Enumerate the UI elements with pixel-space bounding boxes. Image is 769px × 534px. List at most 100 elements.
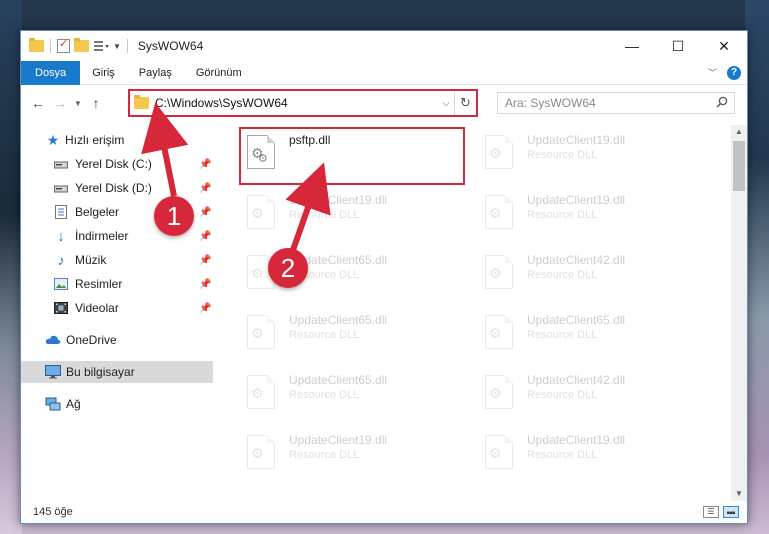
file-type: Resource DLL xyxy=(289,449,360,461)
desktop-background-right xyxy=(745,0,769,534)
file-type: Resource DLL xyxy=(527,149,598,161)
computer-icon xyxy=(45,364,61,380)
chevron-down-icon[interactable]: ⌵ xyxy=(438,98,454,109)
new-folder-icon[interactable] xyxy=(74,38,89,52)
cloud-icon xyxy=(45,332,61,348)
pin-icon[interactable]: 📌 xyxy=(199,255,211,266)
file-item[interactable]: ⚙ UpdateClient19.dll Resource DLL xyxy=(241,189,465,245)
properties-icon[interactable] xyxy=(57,37,70,53)
item-count: 145 öğe xyxy=(33,506,73,518)
close-button[interactable]: ✕ xyxy=(701,31,747,61)
file-item[interactable]: ⚙ UpdateClient19.dll Resource DLL xyxy=(241,429,465,485)
pin-icon[interactable]: 📌 xyxy=(199,207,211,218)
file-type: Resource DLL xyxy=(527,389,598,401)
sidebar-item-videos[interactable]: Videolar 📌 xyxy=(21,297,213,319)
sidebar-item-label: Yerel Disk (C:) xyxy=(75,157,152,171)
up-arrow-icon[interactable]: ↑ xyxy=(85,95,107,111)
pin-icon[interactable]: 📌 xyxy=(199,231,211,242)
maximize-button[interactable]: ☐ xyxy=(655,31,701,61)
view-switcher: ☰ ▬ xyxy=(703,506,739,518)
address-path[interactable]: C:\Windows\SysWOW64 xyxy=(155,96,288,110)
pin-icon[interactable]: 📌 xyxy=(199,279,211,290)
refresh-icon[interactable]: ↻ xyxy=(454,91,476,115)
customize-toolbar-icon[interactable] xyxy=(93,39,109,53)
file-item[interactable]: ⚙ UpdateClient42.dll Resource DLL xyxy=(479,249,703,305)
sidebar-item-onedrive[interactable]: OneDrive xyxy=(21,329,213,351)
sidebar-item-label: Hızlı erişim xyxy=(65,133,125,147)
dll-file-icon: ⚙ xyxy=(485,195,519,235)
tab-file[interactable]: Dosya xyxy=(21,60,81,85)
scroll-up-icon[interactable]: ▲ xyxy=(731,125,747,139)
pictures-icon xyxy=(53,276,69,292)
sidebar-item-label: Resimler xyxy=(75,277,123,291)
ribbon-right: ﹀ ? xyxy=(708,65,741,80)
tab-view[interactable]: Görünüm xyxy=(184,61,254,85)
pin-icon[interactable]: 📌 xyxy=(199,183,211,194)
scroll-down-icon[interactable]: ▼ xyxy=(731,487,747,501)
dll-file-icon: ⚙ xyxy=(247,195,281,235)
quick-access-toolbar: ▼ xyxy=(29,37,121,53)
file-item[interactable]: ⚙ UpdateClient19.dll Resource DLL xyxy=(479,189,703,245)
pin-icon[interactable]: 📌 xyxy=(199,303,211,314)
documents-icon xyxy=(53,204,69,220)
sidebar-item-label: Ağ xyxy=(66,397,81,411)
tab-share[interactable]: Paylaş xyxy=(127,61,184,85)
file-item[interactable]: ⚙ UpdateClient19.dll Resource DLL xyxy=(479,129,703,185)
help-icon[interactable]: ? xyxy=(727,65,741,80)
file-item[interactable]: ⚙ UpdateClient65.dll Resource DLL xyxy=(241,309,465,365)
tab-home[interactable]: Giriş xyxy=(80,61,127,85)
recent-locations-icon[interactable]: ▼ xyxy=(71,99,85,108)
network-icon xyxy=(45,396,61,412)
dll-file-icon: ⚙ xyxy=(247,435,281,475)
pin-icon[interactable]: 📌 xyxy=(199,159,211,170)
back-arrow-icon[interactable]: ← xyxy=(27,95,49,111)
chevron-down-icon[interactable]: ▼ xyxy=(113,42,121,51)
ribbon-tabs: Dosya Giriş Paylaş Görünüm ﹀ ? xyxy=(21,60,747,85)
file-item[interactable]: ⚙ UpdateClient19.dll Resource DLL xyxy=(479,429,703,485)
dll-file-icon: ⚙ xyxy=(247,315,281,355)
navigation-pane: ★ Hızlı erişim Yerel Disk (C:) 📌 Yerel D… xyxy=(21,125,213,501)
sidebar-item-network[interactable]: Ağ xyxy=(21,393,213,415)
sidebar-item-label: Bu bilgisayar xyxy=(66,365,135,379)
scroll-thumb[interactable] xyxy=(733,141,745,191)
dll-file-icon: ⚙ xyxy=(485,315,519,355)
file-name: UpdateClient19.dll xyxy=(527,133,626,147)
search-placeholder: Ara: SysWOW64 xyxy=(505,96,596,110)
expand-ribbon-icon[interactable]: ﹀ xyxy=(708,66,717,79)
file-name: UpdateClient19.dll xyxy=(527,193,626,207)
file-type: Resource DLL xyxy=(289,329,360,341)
step-1-badge: 1 xyxy=(154,196,194,236)
file-name: UpdateClient65.dll xyxy=(527,313,626,327)
file-explorer-window: ▼ SysWOW64 — ☐ ✕ Dosya Giriş Paylaş Görü… xyxy=(20,30,748,524)
search-input[interactable]: Ara: SysWOW64 xyxy=(497,92,735,114)
file-type: Resource DLL xyxy=(527,209,598,221)
address-bar[interactable]: C:\Windows\SysWOW64 ⌵ ↻ xyxy=(128,89,478,117)
file-item[interactable]: ⚙ UpdateClient65.dll Resource DLL xyxy=(241,369,465,425)
minimize-button[interactable]: — xyxy=(609,31,655,61)
file-item[interactable]: ⚙ UpdateClient65.dll Resource DLL xyxy=(479,309,703,365)
file-type: Resource DLL xyxy=(527,329,598,341)
vertical-scrollbar[interactable]: ▲ ▼ xyxy=(731,125,747,501)
star-icon: ★ xyxy=(46,131,60,148)
forward-arrow-icon[interactable]: → xyxy=(49,95,71,111)
sidebar-item-local-disk-d[interactable]: Yerel Disk (D:) 📌 xyxy=(21,177,213,199)
sidebar-item-local-disk-c[interactable]: Yerel Disk (C:) 📌 xyxy=(21,153,213,175)
tiles-view-icon[interactable]: ▬ xyxy=(723,506,739,518)
sidebar-item-label: OneDrive xyxy=(66,333,117,347)
music-icon: ♪ xyxy=(57,252,65,268)
search-icon[interactable] xyxy=(716,96,728,111)
file-name: UpdateClient19.dll xyxy=(289,193,388,207)
dll-file-icon: ⚙ xyxy=(485,135,519,175)
details-view-icon[interactable]: ☰ xyxy=(703,506,719,518)
sidebar-item-pictures[interactable]: Resimler 📌 xyxy=(21,273,213,295)
file-name: UpdateClient65.dll xyxy=(289,373,388,387)
file-type: Resource DLL xyxy=(527,269,598,281)
navigation-bar: ← → ▼ ↑ C:\Windows\SysWOW64 ⌵ ↻ Ara: Sys… xyxy=(21,87,747,119)
folder-icon xyxy=(29,38,44,52)
downloads-icon: ↓ xyxy=(57,227,65,245)
sidebar-item-this-pc[interactable]: Bu bilgisayar xyxy=(21,361,213,383)
window-title: SysWOW64 xyxy=(137,39,204,53)
file-item[interactable]: ⚙ UpdateClient42.dll Resource DLL xyxy=(479,369,703,425)
sidebar-item-music[interactable]: ♪ Müzik 📌 xyxy=(21,249,213,271)
sidebar-item-quick-access[interactable]: ★ Hızlı erişim xyxy=(21,129,213,151)
